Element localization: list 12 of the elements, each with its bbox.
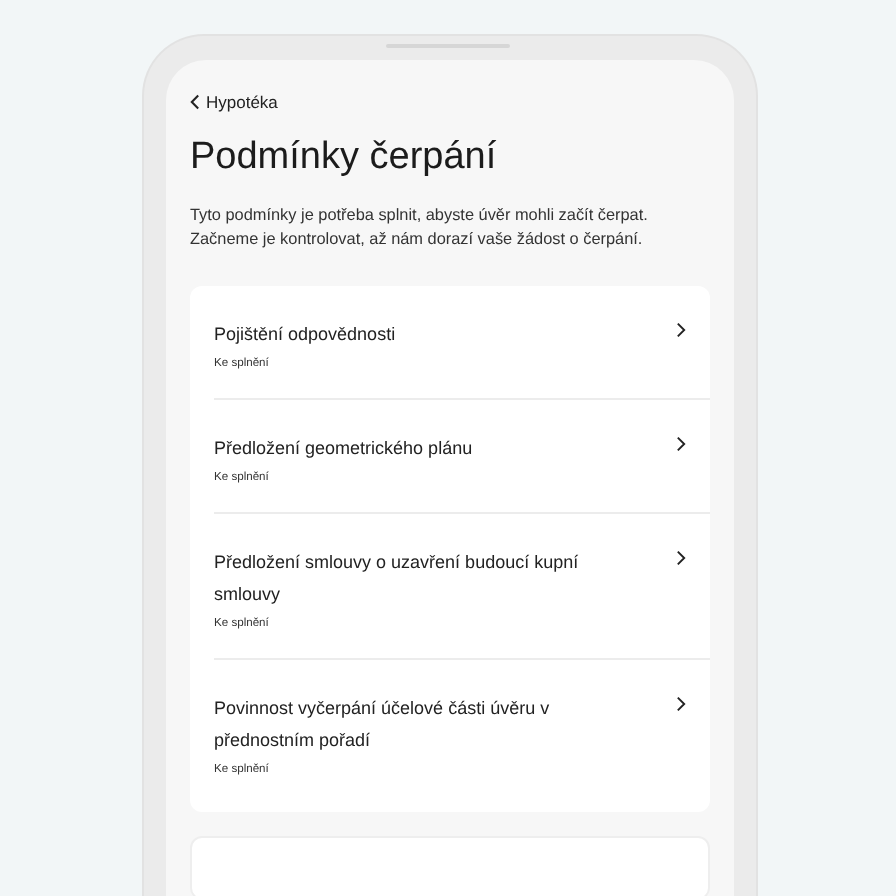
chevron-right-icon bbox=[676, 436, 686, 452]
description-text: Tyto podmínky je potřeba splnit, abyste úvěr mohli začít čerpat. Začneme je kontrolovat, až nám dorazí vaše žádost o čerpání. bbox=[190, 204, 650, 250]
condition-title: Pojištění odpovědnosti bbox=[214, 322, 398, 348]
back-link[interactable]: Hypotéka bbox=[190, 92, 710, 112]
condition-title: Povinnost vyčerpání účelové části úvěru v přednostním pořadí bbox=[214, 696, 552, 754]
condition-title: Předložení geometrického plánu bbox=[214, 436, 475, 462]
chevron-right-icon bbox=[676, 322, 686, 338]
chevron-left-icon bbox=[190, 94, 200, 110]
page-title: Podmínky čerpání bbox=[190, 136, 499, 180]
chevron-right-icon bbox=[676, 696, 686, 712]
condition-title: Předložení smlouvy o uzavření budoucí kupní smlouvy bbox=[214, 550, 581, 608]
chevron-right-icon bbox=[676, 550, 686, 566]
